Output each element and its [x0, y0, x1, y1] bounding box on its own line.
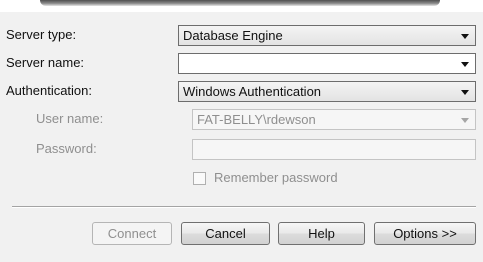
title-shadow — [40, 0, 440, 6]
user-name-label: User name: — [36, 111, 104, 126]
server-type-label: Server type: — [6, 27, 77, 42]
checkbox-icon — [193, 172, 206, 185]
chevron-down-icon — [461, 62, 469, 67]
password-label: Password: — [36, 141, 97, 156]
server-type-value: Database Engine — [183, 28, 283, 43]
server-name-combobox[interactable] — [178, 53, 476, 74]
user-name-value: FAT-BELLY\rdewson — [197, 112, 316, 127]
chevron-down-icon — [461, 118, 469, 123]
help-button[interactable]: Help — [278, 222, 365, 245]
server-name-label: Server name: — [6, 55, 85, 70]
authentication-value: Windows Authentication — [183, 84, 322, 99]
user-name-combobox: FAT-BELLY\rdewson — [192, 109, 476, 130]
chevron-down-icon — [461, 34, 469, 39]
options-button[interactable]: Options >> — [374, 222, 476, 245]
chevron-down-icon — [461, 90, 469, 95]
server-type-select[interactable]: Database Engine — [178, 25, 476, 46]
cancel-button[interactable]: Cancel — [181, 222, 270, 245]
title-strip — [0, 0, 483, 12]
remember-password-label: Remember password — [214, 170, 338, 185]
connect-button: Connect — [92, 222, 172, 245]
connect-dialog: Server type: Database Engine Server name… — [0, 12, 483, 262]
password-field — [192, 139, 476, 160]
authentication-select[interactable]: Windows Authentication — [178, 81, 476, 102]
divider — [12, 206, 476, 207]
authentication-label: Authentication: — [6, 83, 93, 98]
